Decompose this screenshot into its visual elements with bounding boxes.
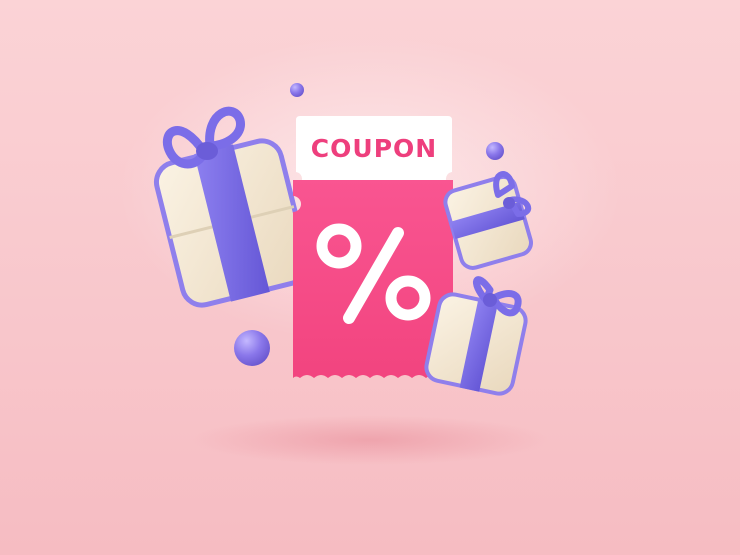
coupon-label: COUPON xyxy=(310,133,438,163)
sphere-icon xyxy=(234,330,270,366)
sphere-icon xyxy=(290,83,304,97)
illustration-scene: COUPON xyxy=(0,0,740,555)
gift-box-icon xyxy=(153,106,311,308)
sphere-icon xyxy=(486,142,504,160)
coupon-illustration xyxy=(153,83,533,396)
gift-box-icon xyxy=(443,171,533,270)
